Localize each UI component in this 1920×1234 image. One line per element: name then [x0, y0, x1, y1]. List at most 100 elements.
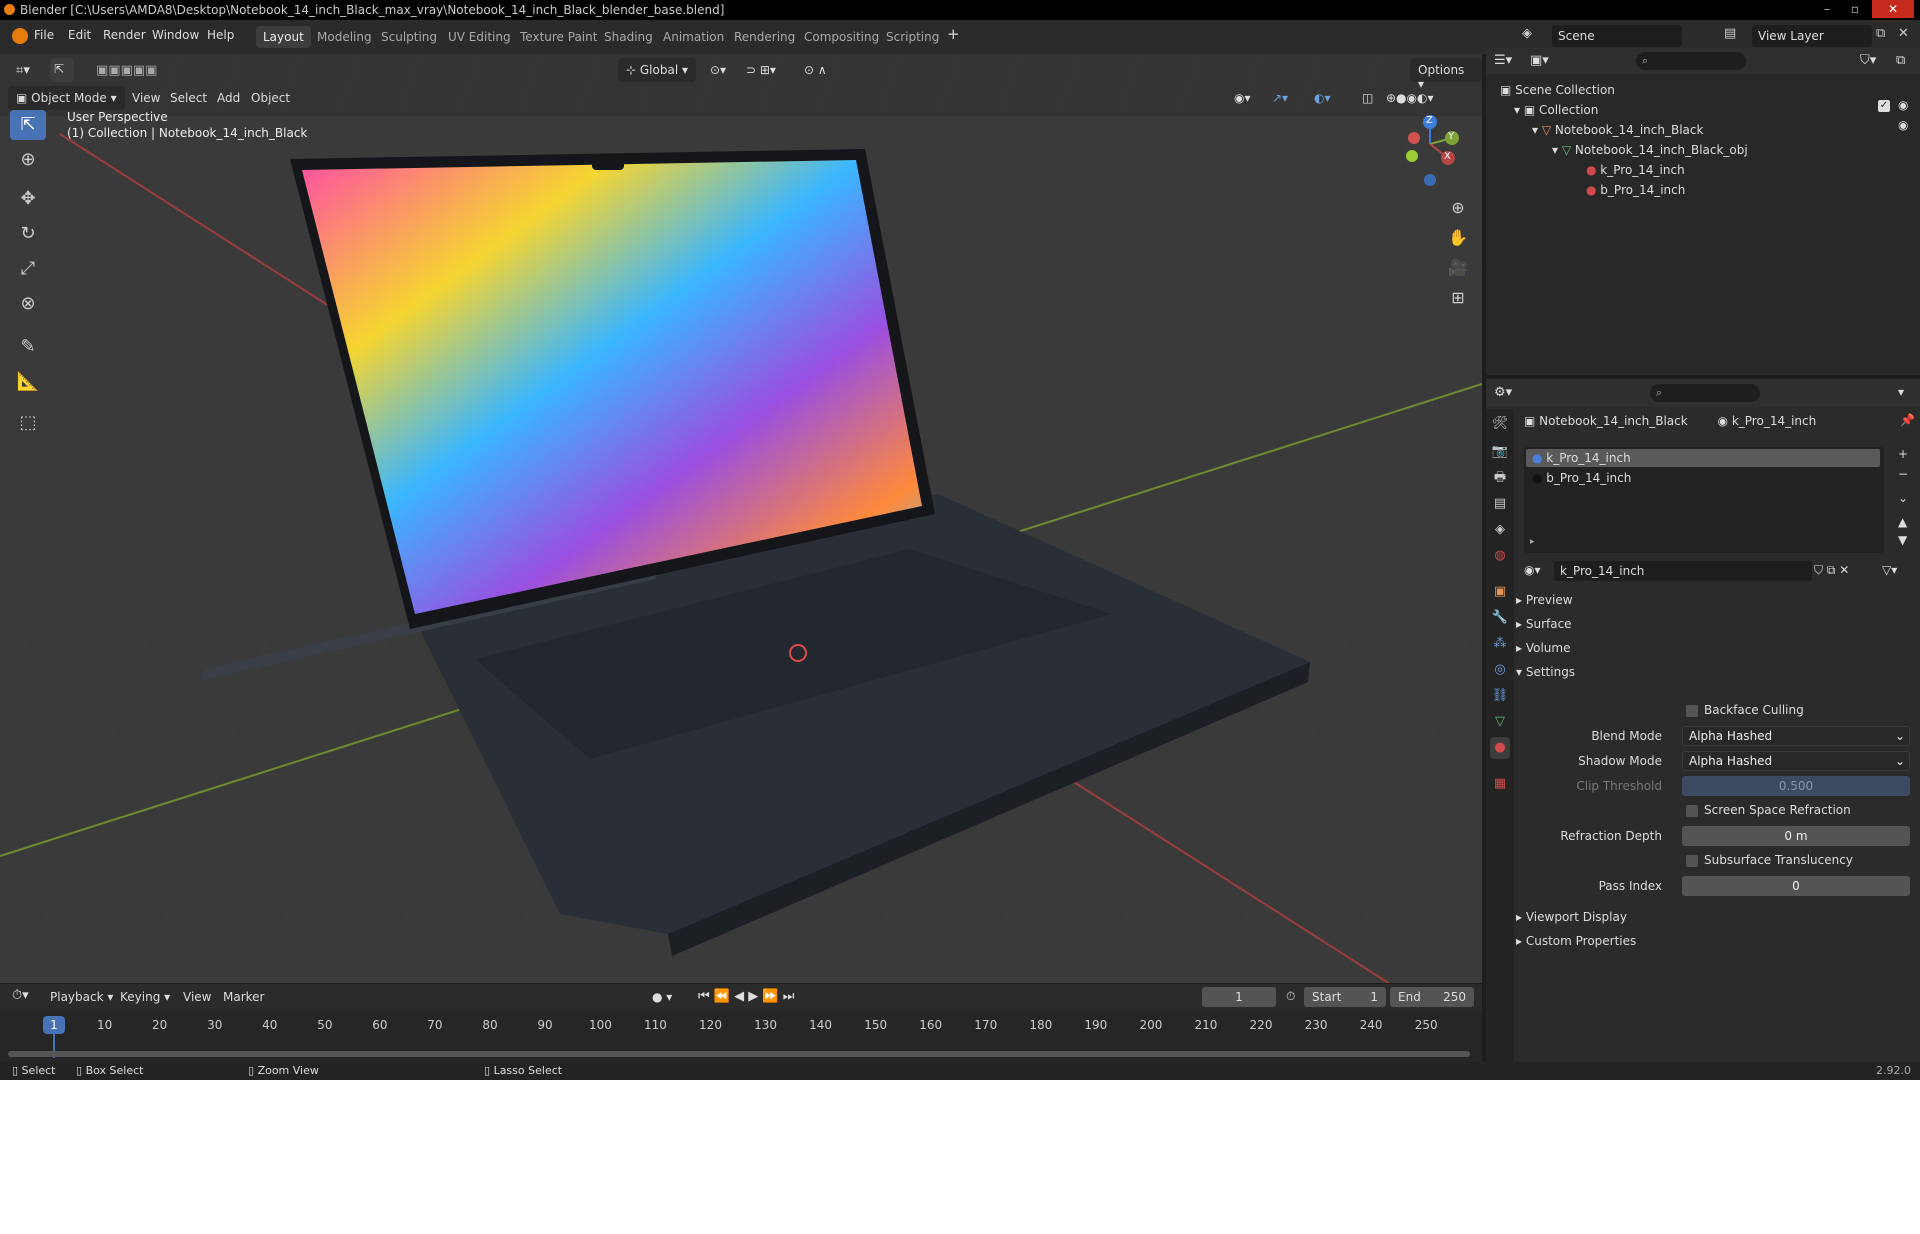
outliner-row-collection[interactable]: ▾ ▣ Collection [1514, 100, 1598, 120]
move-down-icon[interactable]: ▼ [1898, 533, 1907, 547]
select-mode-icons[interactable]: ▣▣▣▣▣ [88, 58, 165, 82]
select-box-tool-icon[interactable]: ⇱ [10, 110, 46, 140]
texture-tab-icon[interactable]: ▦ [1490, 773, 1510, 795]
scene-selector[interactable]: Scene [1552, 25, 1682, 47]
record-icon[interactable]: ● ▾ [652, 990, 672, 1004]
properties-search[interactable]: ⌕ [1650, 384, 1760, 402]
move-up-icon[interactable]: ▲ [1898, 515, 1907, 529]
outliner-row-notebook[interactable]: ▾ ▽ Notebook_14_inch_Black [1532, 120, 1703, 140]
end-frame-field[interactable]: End 250 [1390, 987, 1474, 1007]
visibility-eye-icon[interactable]: ◉ [1898, 118, 1908, 132]
pivot-icon[interactable]: ⊙▾ [702, 58, 734, 82]
close-icon[interactable]: ✕ [1872, 0, 1914, 18]
panel-volume[interactable]: ▸ Volume [1516, 637, 1570, 659]
blender-menu-icon[interactable] [12, 28, 28, 44]
viewport-menu-object[interactable]: Object [243, 86, 298, 110]
slot-specials-icon[interactable]: ⌄ [1898, 491, 1908, 505]
panel-viewport-display[interactable]: ▸ Viewport Display [1516, 906, 1627, 928]
tab-texture-paint[interactable]: Texture Paint [513, 26, 604, 48]
shadow-mode-dropdown[interactable]: Alpha Hashed ⌄ [1682, 751, 1910, 771]
tab-layout[interactable]: Layout [256, 26, 311, 48]
add-workspace-icon[interactable]: + [947, 25, 960, 43]
new-collection-icon[interactable]: ⧉ [1896, 53, 1905, 68]
menu-window[interactable]: Window [152, 28, 199, 42]
world-tab-icon[interactable]: ◍ [1490, 545, 1510, 567]
shading-modes-icons[interactable]: ⊕●◉◐▾ [1378, 86, 1442, 110]
backface-culling-checkbox[interactable] [1686, 705, 1698, 717]
menu-file[interactable]: File [34, 28, 54, 42]
view-layer-tab-icon[interactable]: ▤ [1490, 493, 1510, 515]
cursor-tool-icon[interactable]: ⊕ [10, 145, 46, 175]
timeline-menu-keying[interactable]: Keying ▾ [120, 990, 170, 1004]
clip-threshold-slider[interactable]: 0.500 [1682, 776, 1910, 796]
tab-animation[interactable]: Animation [656, 26, 731, 48]
measure-tool-icon[interactable]: 📐 [10, 367, 46, 397]
options-dropdown[interactable]: Options ▾ [1410, 58, 1482, 91]
visibility-eye-icon[interactable]: ◉ [1898, 98, 1908, 112]
timeline-editor-icon[interactable]: ⏱▾ [12, 988, 29, 1003]
maximize-icon[interactable]: ▫ [1842, 0, 1868, 18]
material-slot-item[interactable]: ● k_Pro_14_inch [1526, 449, 1880, 467]
menu-help[interactable]: Help [207, 28, 234, 42]
start-frame-field[interactable]: Start 1 [1304, 987, 1386, 1007]
constraints-tab-icon[interactable]: ⛓ [1490, 685, 1510, 707]
panel-settings[interactable]: ▾ Settings [1516, 661, 1575, 683]
data-tab-icon[interactable]: ▽ [1490, 711, 1510, 733]
ortho-toggle-icon[interactable]: ⊞ [1444, 284, 1472, 312]
filter-icon[interactable]: ⛉▾ [1860, 53, 1876, 68]
overlay-toggle-icon[interactable]: ◐▾ [1306, 86, 1339, 110]
navigation-gizmo[interactable]: Z Y X [1396, 110, 1476, 190]
output-tab-icon[interactable]: 🖶 [1490, 467, 1510, 489]
outliner-row-notebook-obj[interactable]: ▾ ▽ Notebook_14_inch_Black_obj [1552, 140, 1748, 160]
object-mode-dropdown[interactable]: ▣ Object Mode ▾ [8, 86, 125, 110]
fake-user-icon[interactable]: ⛉ ⧉ ✕ [1814, 563, 1849, 578]
outliner-row-material-b[interactable]: ● b_Pro_14_inch [1586, 180, 1685, 200]
visibility-icon[interactable]: ◉▾ [1226, 86, 1259, 110]
scene-tab-icon[interactable]: ◈ [1490, 519, 1510, 541]
properties-options-icon[interactable]: ▾ [1898, 385, 1904, 399]
playback-controls-icon[interactable]: ⏮ ⏪ ◀ ▶ ⏩ ⏭ [698, 989, 794, 1004]
timeline-track[interactable]: 1 10 20 30 40 50 60 70 80 90 100 110 120 130 140 150 16… [0, 1010, 1482, 1062]
refraction-depth-field[interactable]: 0 m [1682, 826, 1910, 846]
panel-surface[interactable]: ▸ Surface [1516, 613, 1572, 635]
material-slot-item[interactable]: ● b_Pro_14_inch [1526, 469, 1880, 487]
tool-tab-icon[interactable]: 🛠 [1490, 413, 1510, 435]
object-tab-icon[interactable]: ▣ [1490, 581, 1510, 603]
render-tab-icon[interactable]: 📷 [1490, 441, 1510, 463]
exclude-checkbox[interactable]: ✓ [1878, 100, 1890, 112]
scene-icon[interactable]: ◈ [1522, 26, 1544, 46]
tab-sculpting[interactable]: Sculpting [374, 26, 444, 48]
material-filter-icon[interactable]: ▽▾ [1882, 563, 1897, 577]
editor-type-icon[interactable]: ⌗▾ [8, 58, 38, 82]
orientation-dropdown[interactable]: ⊹ Global ▾ [618, 58, 696, 82]
timeline-scrollbar[interactable] [8, 1051, 1470, 1057]
material-name-field[interactable]: k_Pro_14_inch [1554, 561, 1812, 581]
physics-tab-icon[interactable]: ◎ [1490, 659, 1510, 681]
blend-mode-dropdown[interactable]: Alpha Hashed ⌄ [1682, 726, 1910, 746]
remove-slot-icon[interactable]: − [1898, 467, 1908, 481]
modifier-tab-icon[interactable]: 🔧 [1490, 607, 1510, 629]
minimize-icon[interactable]: – [1814, 0, 1840, 18]
select-tool-icon[interactable]: ⇱ [50, 58, 74, 82]
timeline-menu-marker[interactable]: Marker [223, 990, 264, 1004]
tab-uv-editing[interactable]: UV Editing [441, 26, 518, 48]
tab-compositing[interactable]: Compositing [797, 26, 886, 48]
panel-preview[interactable]: ▸ Preview [1516, 589, 1573, 611]
add-cube-tool-icon[interactable]: ⬚ [10, 408, 46, 438]
add-slot-icon[interactable]: + [1898, 447, 1908, 461]
particles-tab-icon[interactable]: ⁂ [1490, 633, 1510, 655]
tab-modeling[interactable]: Modeling [310, 26, 379, 48]
3d-viewport[interactable] [0, 54, 1482, 983]
rotate-tool-icon[interactable]: ↻ [10, 219, 46, 249]
annotate-tool-icon[interactable]: ✎ [10, 332, 46, 362]
timeline-menu-view[interactable]: View [183, 990, 211, 1004]
panel-custom-properties[interactable]: ▸ Custom Properties [1516, 930, 1636, 952]
outliner-row-scene-collection[interactable]: ▣ Scene Collection [1500, 80, 1615, 100]
move-tool-icon[interactable]: ✥ [10, 184, 46, 214]
gizmo-toggle-icon[interactable]: ↗▾ [1264, 86, 1296, 110]
transform-tool-icon[interactable]: ⊗ [10, 289, 46, 319]
outliner-editor-icon[interactable]: ☰▾ [1494, 53, 1512, 68]
display-mode-icon[interactable]: ▣▾ [1530, 53, 1549, 68]
snap-icon[interactable]: ⊃ ⊞▾ [738, 58, 784, 82]
view-layer-icon[interactable]: ▤ [1724, 26, 1746, 46]
